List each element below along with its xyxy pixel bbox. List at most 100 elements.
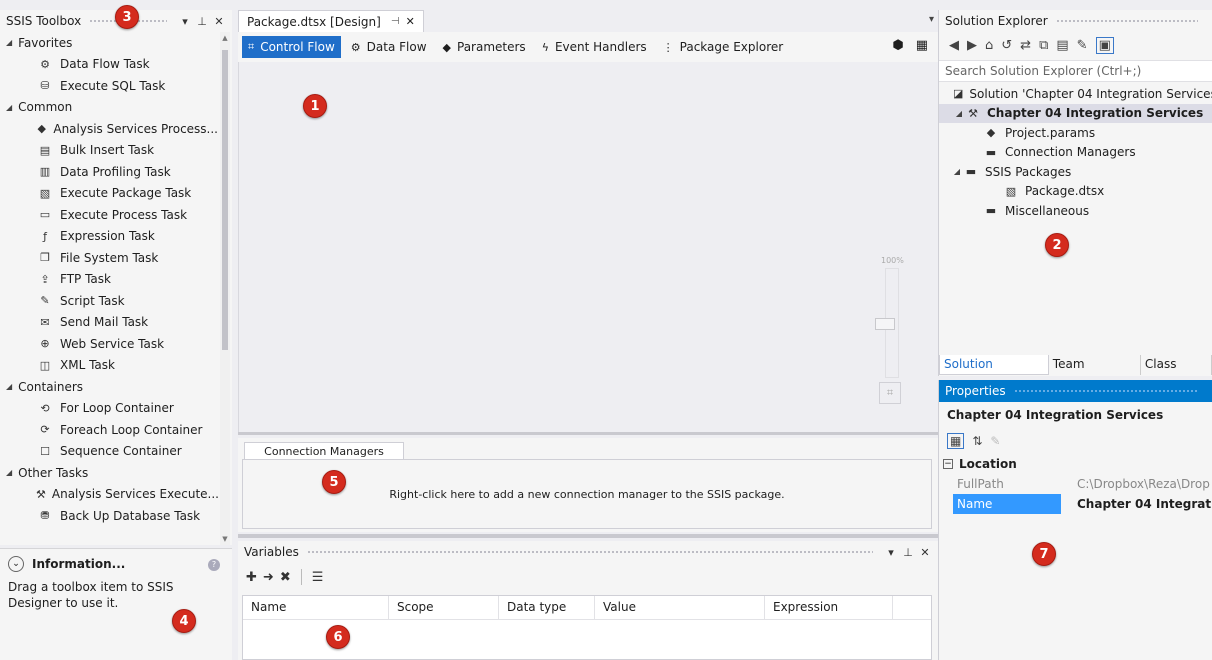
toolbox-item[interactable]: ❐ File System Task [0,247,218,269]
solution-explorer-search[interactable]: Search Solution Explorer (Ctrl+;) [939,60,1212,82]
toolbox-item[interactable]: ⚙ Data Flow Task [0,54,218,76]
property-value[interactable]: Chapter 04 Integration [1061,494,1212,514]
bulk-insert-icon: ▤ [39,143,51,157]
categorized-icon[interactable]: ▦ [947,433,965,449]
collapse-chevron-icon[interactable]: ⌄ [8,556,24,572]
property-row[interactable]: FullPath C:\Dropbox\Reza\Drop [939,474,1212,494]
column-header[interactable]: Name [243,596,389,619]
toolbox-item[interactable]: ▭ Execute Process Task [0,204,218,226]
explorer-tab[interactable]: Solution Explorer [939,355,1049,376]
history-icon[interactable]: ↺ [1001,38,1012,53]
tree-node[interactable]: ▧ Package.dtsx [939,182,1212,202]
toolbox-group-header[interactable]: ◢ Other Tasks [0,462,218,484]
toolbox-group-header[interactable]: ◢ Containers [0,376,218,398]
column-header[interactable]: Scope [389,596,499,619]
properties-icon[interactable]: ✎ [1077,38,1088,53]
close-icon[interactable]: ✕ [918,546,932,559]
scroll-thumb[interactable] [222,50,228,350]
toolbox-item[interactable]: ƒ Expression Task [0,226,218,248]
delete-variable-icon[interactable]: ✖ [280,570,291,585]
designer-tab[interactable]: ◆ Parameters [437,36,532,58]
back-icon[interactable]: ◀ [949,38,959,53]
preview-icon[interactable]: ▣ [1095,36,1114,54]
toolbox-toggle-icon[interactable]: ⬢ [892,38,903,53]
expander-triangle-icon[interactable]: ◢ [6,103,12,112]
help-icon[interactable]: ? [208,559,220,571]
tree-node[interactable]: ▬ Miscellaneous [939,201,1212,221]
toolbox-item[interactable]: ⚒ Analysis Services Execute... [0,484,219,506]
toolbox-item[interactable]: ⟲ For Loop Container [0,398,218,420]
close-icon[interactable]: ✕ [406,15,415,28]
toolbox-item[interactable]: ▧ Execute Package Task [0,183,218,205]
toolbox-item[interactable]: ▥ Data Profiling Task [0,161,218,183]
column-header[interactable]: Data type [499,596,595,619]
tree-node[interactable]: ◢ ▬ SSIS Packages [939,162,1212,182]
pin-icon[interactable]: ⊥ [901,546,915,559]
connection-managers-area[interactable]: Right-click here to add a new connection… [242,459,932,529]
toolbox-item[interactable]: ▤ Bulk Insert Task [0,140,218,162]
tree-node[interactable]: ◆ Project.params [939,123,1212,143]
explorer-tab[interactable]: Class View [1141,355,1212,376]
tree-node[interactable]: ◪ Solution 'Chapter 04 Integration Servic… [939,84,1212,104]
tree-node[interactable]: ▬ Connection Managers [939,143,1212,163]
zoom-to-fit-icon[interactable]: ⌗ [879,382,901,404]
toolbox-item[interactable]: ◆ Analysis Services Process... [0,118,218,140]
zoom-slider-knob[interactable] [875,318,895,330]
dropdown-icon[interactable]: ▾ [884,546,898,559]
toolbox-item[interactable]: ✎ Script Task [0,290,218,312]
designer-tab[interactable]: ⚙ Data Flow [345,36,433,58]
expander-triangle-icon[interactable]: ◢ [6,38,12,47]
property-row[interactable]: NameChapter 04 Integration [939,494,1212,514]
collapse-box-icon[interactable]: − [943,459,953,469]
toolbox-item[interactable]: ⇪ FTP Task [0,269,218,291]
designer-tab[interactable]: ⌗ Control Flow [242,36,341,58]
toolbox-item[interactable]: ☐ Sequence Container [0,441,218,463]
toolbox-item[interactable]: ⊕ Web Service Task [0,333,218,355]
tree-node[interactable]: ◢ ⚒ Chapter 04 Integration Services [939,103,1212,123]
expander-triangle-icon[interactable]: ◢ [6,382,12,391]
splitter[interactable] [238,534,938,538]
toolbox-item[interactable]: ⟳ Foreach Loop Container [0,419,218,441]
expander-triangle-icon[interactable]: ◢ [953,109,965,118]
pin-icon[interactable]: ⊥ [195,15,209,28]
toolbox-group-header[interactable]: ◢ Common [0,97,218,119]
column-header[interactable]: Expression [765,596,893,619]
home-icon[interactable]: ⌂ [985,38,993,53]
dropdown-icon[interactable]: ▾ [178,15,192,28]
toolbox-item[interactable]: ◫ XML Task [0,355,218,377]
close-icon[interactable]: ✕ [212,15,226,28]
column-header[interactable]: Value [595,596,765,619]
toolbox-scrollbar[interactable]: ▲ ▼ [220,32,230,545]
move-variable-icon[interactable]: ➜ [263,570,274,585]
scroll-down-icon[interactable]: ▼ [220,535,230,543]
explorer-tab[interactable]: Team Explorer [1049,355,1141,376]
connection-managers-tab[interactable]: Connection Managers [244,442,404,460]
toolbox-group-header[interactable]: ◢ Favorites [0,32,218,54]
expander-triangle-icon[interactable]: ◢ [951,167,963,176]
forward-icon[interactable]: ▶ [967,38,977,53]
pin-icon[interactable]: ⊣ [391,16,400,27]
collapse-all-icon[interactable]: ⧉ [1039,38,1048,53]
control-flow-canvas[interactable]: 100% ⌗ [238,62,938,432]
designer-tab[interactable]: ϟ Event Handlers [536,36,653,58]
designer-tab[interactable]: ⋮ Package Explorer [657,36,790,58]
sync-icon[interactable]: ⇄ [1020,38,1031,53]
properties-category[interactable]: − Location [939,454,1212,474]
property-pages-icon[interactable]: ✎ [990,434,1000,448]
toolbox-item[interactable]: ✉ Send Mail Task [0,312,218,334]
toolbox-item[interactable]: ⛁ Execute SQL Task [0,75,218,97]
variables-toggle-icon[interactable]: ▦ [916,38,928,53]
grid-options-icon[interactable]: ☰ [312,570,324,585]
splitter[interactable] [238,432,938,435]
add-variable-icon[interactable]: ✚ [246,570,257,585]
expander-triangle-icon[interactable]: ◢ [6,468,12,477]
properties-object-name[interactable]: Chapter 04 Integration Services [939,402,1212,428]
info-header[interactable]: ⌄ Information... [0,549,232,579]
toolbox-item[interactable]: ⛃ Back Up Database Task [0,505,218,527]
package-document-tab[interactable]: Package.dtsx [Design] ⊣ ✕ [238,10,424,32]
show-all-files-icon[interactable]: ▤ [1056,38,1068,53]
scroll-up-icon[interactable]: ▲ [220,34,230,42]
property-value[interactable]: C:\Dropbox\Reza\Drop [1061,474,1212,494]
tab-overflow-icon[interactable]: ▾ [929,14,934,25]
alphabetical-icon[interactable]: ⇅ [972,434,982,448]
